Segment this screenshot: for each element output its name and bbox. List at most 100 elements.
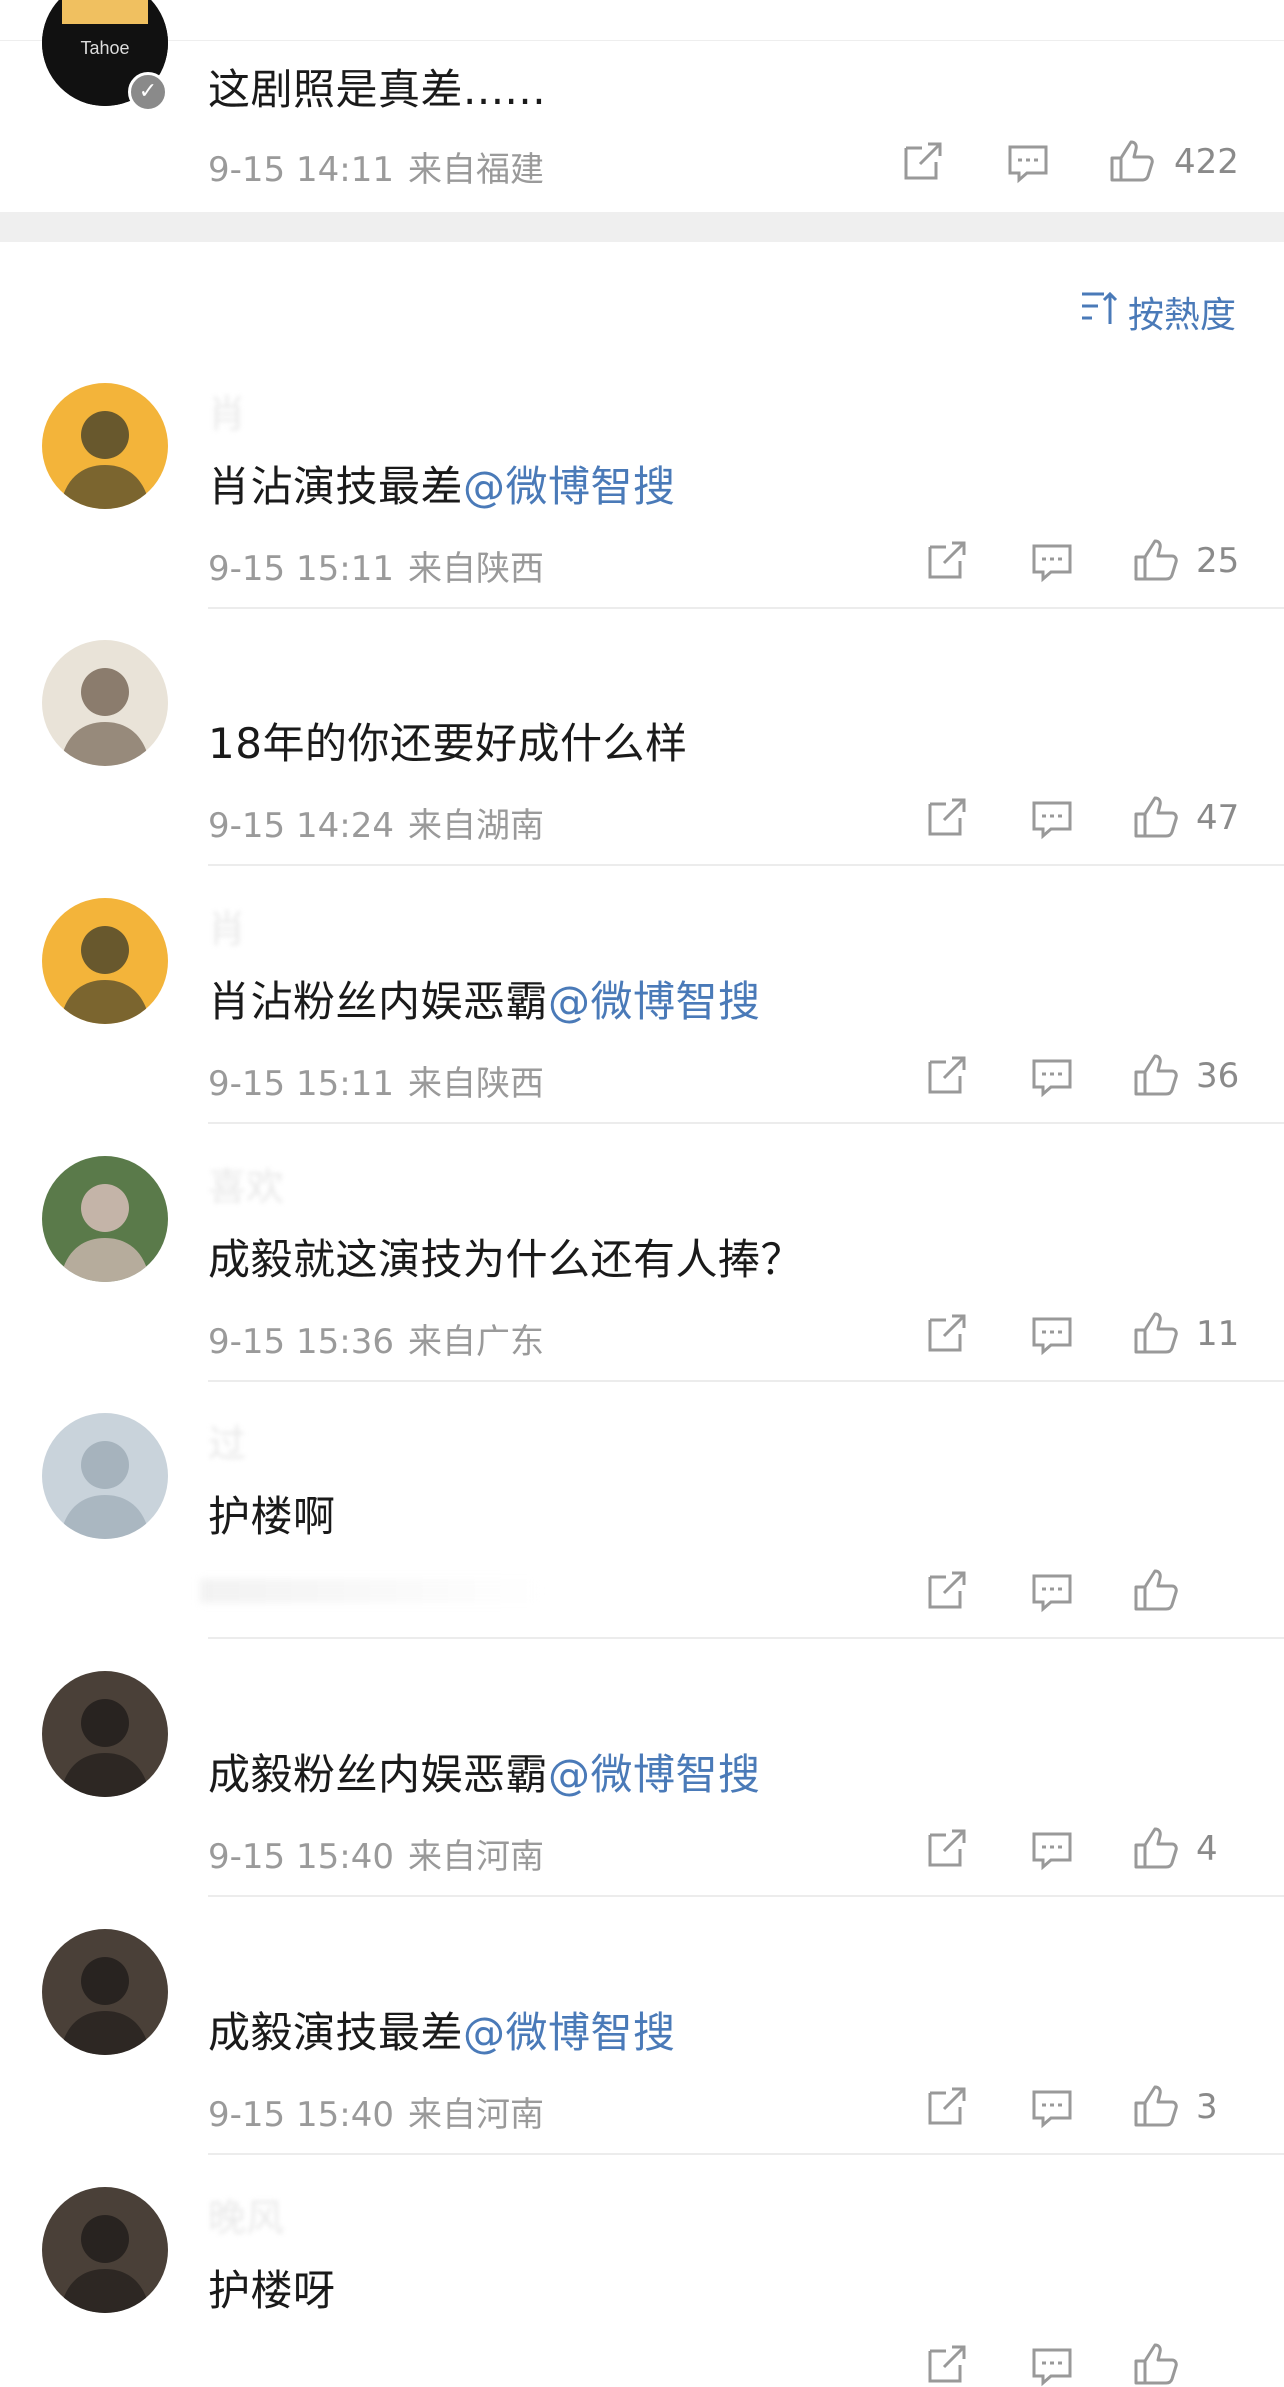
like-icon[interactable] <box>1132 1825 1178 1871</box>
share-icon[interactable] <box>926 2343 968 2385</box>
comment-text: 肖沾演技最差@微博智搜 <box>208 453 676 514</box>
comment-text: 护楼呀 <box>208 2257 336 2318</box>
share-icon[interactable] <box>926 539 968 581</box>
top-bar <box>0 0 1284 41</box>
avatar[interactable] <box>42 1929 168 2055</box>
avatar[interactable] <box>42 640 168 766</box>
username[interactable]: 喜欢 <box>208 1156 284 1211</box>
comment-body: 护楼呀 <box>208 2266 336 2315</box>
username[interactable]: 肖 <box>208 898 246 953</box>
comment-location: 来自河南 <box>407 2095 544 2135</box>
share-icon[interactable] <box>926 2085 968 2127</box>
comment-icon[interactable] <box>1031 1571 1073 1613</box>
share-icon[interactable] <box>926 796 968 838</box>
comment-divider <box>208 1380 1284 1382</box>
comment-time: 9-15 14:11 <box>208 150 394 190</box>
comment-icon[interactable] <box>1031 1829 1073 1871</box>
comment-body: 成毅就这演技为什么还有人捧？ <box>208 1235 804 1284</box>
mention-link[interactable]: @微博智搜 <box>548 977 761 1026</box>
comment-text: 护楼啊 <box>208 1483 336 1544</box>
mention-link[interactable]: @微博智搜 <box>463 462 676 511</box>
comment-location: 来自福建 <box>407 150 544 190</box>
comment-location: 来自陕西 <box>407 549 544 589</box>
like-icon[interactable] <box>1132 2341 1178 2387</box>
comment-body: 18年的你还要好成什么样 <box>208 719 688 768</box>
comment-location: 来自陕西 <box>407 1064 544 1104</box>
share-icon[interactable] <box>902 140 944 182</box>
comment-icon[interactable] <box>1031 798 1073 840</box>
section-gap <box>0 212 1284 242</box>
avatar[interactable] <box>42 1156 168 1282</box>
comment-text: 18年的你还要好成什么样 <box>208 710 687 771</box>
comment-text: 成毅粉丝内娱恶霸@微博智搜 <box>208 1741 761 1802</box>
comment-time: 9-15 15:36 <box>208 1322 394 1362</box>
comment-meta: 9-15 15:40 来自河南 <box>208 1829 544 1878</box>
sort-icon <box>1080 290 1118 335</box>
comment-time: 9-15 14:24 <box>208 806 394 846</box>
like-count: 47 <box>1196 798 1240 838</box>
like-icon[interactable] <box>1132 537 1178 583</box>
comment-text: 这剧照是真差...... <box>208 65 547 114</box>
share-icon[interactable] <box>926 1312 968 1354</box>
comment-icon[interactable] <box>1007 142 1049 184</box>
comment-body: 成毅演技最差 <box>208 2008 464 2057</box>
comment-text: 成毅演技最差@微博智搜 <box>208 1999 676 2060</box>
comment-meta: 9-15 15:11 来自陕西 <box>208 1056 544 1105</box>
like-icon[interactable] <box>1132 1310 1178 1356</box>
comment-text: 成毅就这演技为什么还有人捧？ <box>208 1226 803 1287</box>
comment-location: 来自河南 <box>407 1837 544 1877</box>
username[interactable]: 过 <box>208 1413 246 1468</box>
comment-icon[interactable] <box>1031 2087 1073 2129</box>
like-count: 11 <box>1196 1314 1240 1354</box>
avatar[interactable] <box>42 2187 168 2313</box>
avatar[interactable] <box>42 383 168 509</box>
like-count: 3 <box>1196 2087 1218 2127</box>
comment-divider <box>208 864 1284 866</box>
comment-meta: 9-15 15:36 来自广东 <box>208 1314 544 1363</box>
like-icon[interactable] <box>1132 794 1178 840</box>
comment-icon[interactable] <box>1031 1314 1073 1356</box>
username[interactable]: 晚风 <box>208 2187 284 2242</box>
comment-body: 成毅粉丝内娱恶霸 <box>208 1750 549 1799</box>
comment-divider <box>208 1637 1284 1639</box>
share-icon[interactable] <box>926 1569 968 1611</box>
verified-icon: ✓ <box>128 72 168 112</box>
share-icon[interactable] <box>926 1827 968 1869</box>
like-count: 25 <box>1196 541 1240 581</box>
like-icon[interactable] <box>1132 1052 1178 1098</box>
comment-time: 9-15 15:11 <box>208 549 394 589</box>
comment-icon[interactable] <box>1031 2345 1073 2387</box>
comment-time: 9-15 15:40 <box>208 2095 394 2135</box>
share-icon[interactable] <box>926 1054 968 1096</box>
username[interactable]: 肖 <box>208 383 246 438</box>
like-count: 4 <box>1196 1829 1218 1869</box>
comment-time: 9-15 15:11 <box>208 1064 394 1104</box>
like-count: 422 <box>1174 142 1239 182</box>
mention-link[interactable]: @微博智搜 <box>463 2008 676 2057</box>
sort-label: 按熱度 <box>1127 295 1236 336</box>
comment-meta: 9-15 14:24 来自湖南 <box>208 798 544 847</box>
like-icon[interactable] <box>1132 1567 1178 1613</box>
mention-link[interactable]: @微博智搜 <box>548 1750 761 1799</box>
comment-divider <box>208 2153 1284 2155</box>
comment-text: 肖沾粉丝内娱恶霸@微博智搜 <box>208 968 761 1029</box>
comment-body: 护楼啊 <box>208 1492 336 1541</box>
comment-divider <box>208 1122 1284 1124</box>
comment-divider <box>208 1895 1284 1897</box>
comment-meta <box>208 2345 222 2385</box>
avatar[interactable] <box>42 1671 168 1797</box>
comment-meta: 9-15 15:11 来自陕西 <box>208 541 544 590</box>
like-icon[interactable] <box>1132 2083 1178 2129</box>
comment-icon[interactable] <box>1031 1056 1073 1098</box>
comment-body: 肖沾演技最差 <box>208 462 464 511</box>
avatar-logo-text: Tahoe <box>80 38 129 58</box>
avatar[interactable] <box>42 1413 168 1539</box>
comment-time: 9-15 15:40 <box>208 1837 394 1877</box>
comment-divider <box>208 607 1284 609</box>
comment-icon[interactable] <box>1031 541 1073 583</box>
avatar[interactable] <box>42 898 168 1024</box>
like-icon[interactable] <box>1108 138 1154 184</box>
blurred-meta <box>200 1579 540 1603</box>
comment-meta: 9-15 14:11 来自福建 <box>208 142 544 191</box>
sort-button[interactable]: 按熱度 <box>1080 286 1236 338</box>
